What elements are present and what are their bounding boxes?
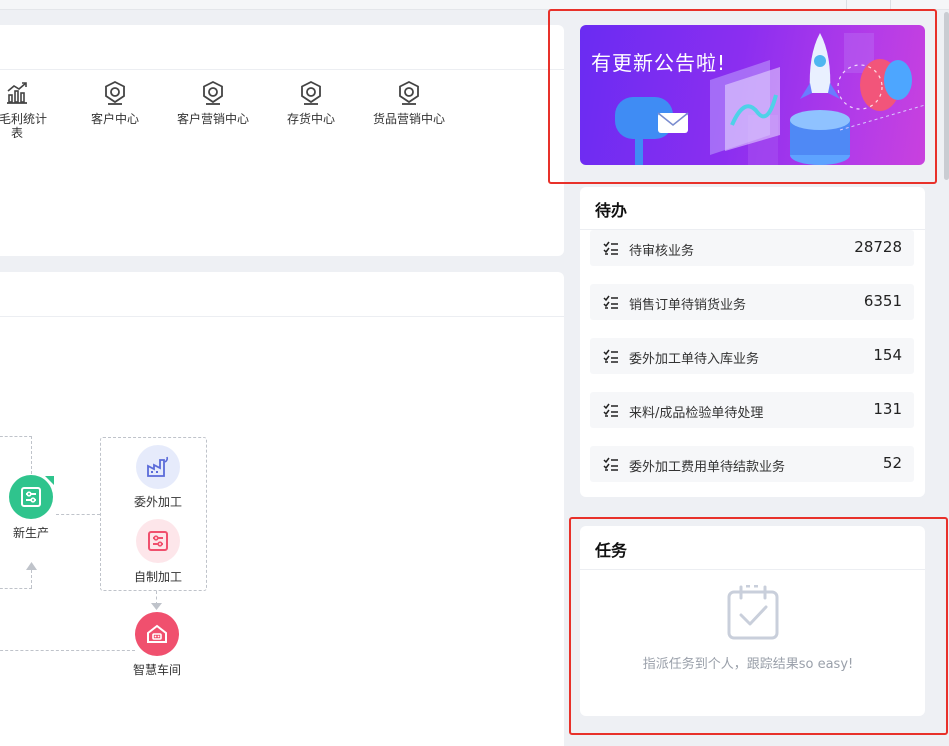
flow-connector	[31, 436, 32, 474]
factory-icon	[147, 456, 169, 477]
self-made-processing-label: 自制加工	[133, 570, 182, 584]
todo-item-count: 28728	[854, 238, 902, 256]
quick-app-customer-marketing-center[interactable]: 客户营销中心	[163, 80, 263, 126]
checklist-icon	[603, 241, 618, 255]
self-made-processing-node[interactable]	[136, 519, 180, 563]
business-flow-card	[0, 272, 564, 746]
flow-arrow-down-icon	[151, 603, 162, 610]
form-sliders-icon	[21, 487, 41, 507]
app-center-icon	[399, 80, 419, 105]
app-center-icon	[203, 80, 223, 105]
corner-mark-icon	[45, 476, 54, 485]
quick-app-label: 存货中心	[286, 112, 335, 126]
todo-item[interactable]: 委外加工费用单待结款业务 52	[590, 446, 914, 482]
todo-item-label: 委外加工单待入库业务	[629, 352, 760, 367]
todo-item-label: 委外加工费用单待结款业务	[629, 460, 786, 475]
flow-connector	[56, 514, 100, 515]
scrollbar-thumb[interactable]	[944, 12, 949, 180]
todo-item-count: 154	[873, 346, 902, 364]
form-sliders-icon	[148, 531, 168, 551]
todo-item[interactable]: 销售订单待销货业务 6351	[590, 284, 914, 320]
highlight-box-task	[569, 517, 948, 735]
checklist-icon	[603, 457, 618, 471]
quick-apps-card	[0, 25, 564, 256]
todo-item[interactable]: 待审核业务 28728	[590, 230, 914, 266]
checklist-icon	[603, 295, 618, 309]
quick-app-inventory-center[interactable]: 存货中心	[261, 80, 361, 126]
flow-connector	[0, 436, 32, 437]
todo-item[interactable]: 委外加工单待入库业务 154	[590, 338, 914, 374]
todo-card-header	[580, 187, 925, 230]
checklist-icon	[603, 349, 618, 363]
quick-app-label: 货品营销中心	[372, 112, 445, 126]
flow-connector	[0, 650, 135, 651]
highlight-box-banner	[548, 9, 937, 184]
app-center-icon	[301, 80, 321, 105]
todo-item-count: 131	[873, 400, 902, 418]
todo-item[interactable]: 来料/成品检验单待处理 131	[590, 392, 914, 428]
quick-app-customer-center[interactable]: 客户中心	[65, 80, 165, 126]
quick-app-label: 客户中心	[90, 112, 139, 126]
smart-home-icon	[147, 624, 167, 643]
flow-connector	[0, 588, 32, 589]
bar-chart-trend-icon	[7, 82, 27, 104]
quick-apps-card-header	[0, 25, 564, 70]
smart-workshop-label: 智慧车间	[132, 663, 181, 677]
flow-arrow-up-icon	[26, 562, 37, 570]
new-production-label: 新生产	[12, 526, 49, 540]
todo-item-label: 销售订单待销货业务	[629, 298, 747, 313]
todo-item-label: 待审核业务	[629, 244, 695, 259]
app-center-icon	[105, 80, 125, 105]
todo-title: 待办	[595, 201, 628, 220]
outsourced-processing-label: 委外加工	[133, 495, 182, 509]
quick-app-label: 营毛利统计 表	[0, 112, 47, 140]
business-flow-card-header	[0, 272, 564, 317]
quick-app-goods-marketing-center[interactable]: 货品营销中心	[359, 80, 459, 126]
quick-app-label: 客户营销中心	[176, 112, 249, 126]
smart-workshop-node[interactable]	[135, 612, 179, 656]
checklist-icon	[603, 403, 618, 417]
quick-app-gross-profit-report[interactable]: 营毛利统计 表	[0, 80, 67, 140]
outsourced-processing-node[interactable]	[136, 445, 180, 489]
todo-item-label: 来料/成品检验单待处理	[629, 406, 764, 421]
todo-item-count: 6351	[863, 292, 902, 310]
flow-connector	[31, 570, 32, 588]
todo-item-count: 52	[882, 454, 902, 472]
